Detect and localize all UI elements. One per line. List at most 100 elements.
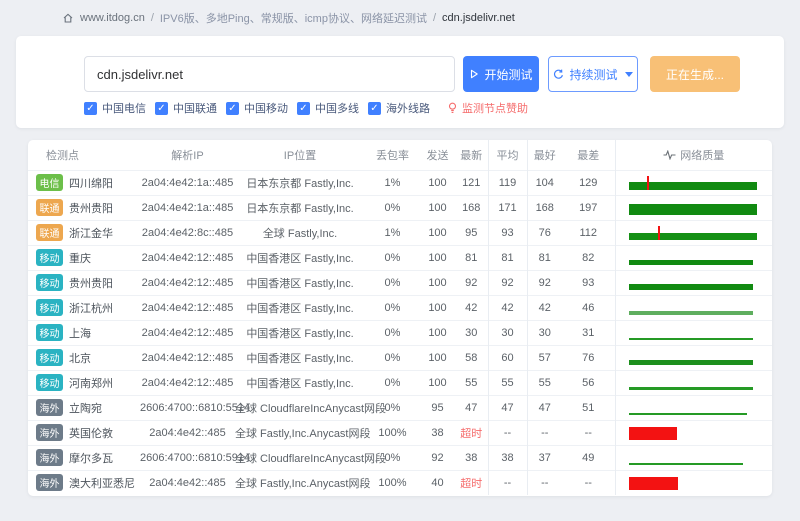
best-latency: 55: [527, 370, 562, 395]
quality-bar: [629, 450, 759, 466]
packet-loss: 0%: [365, 345, 420, 370]
worst-latency: 112: [562, 220, 615, 245]
latest-latency: 121: [455, 170, 488, 195]
table-row: 移动上海 2a04:4e42:12::485 中国香港区 Fastly,Inc.…: [28, 320, 772, 345]
carrier-badge: 海外: [36, 399, 63, 416]
quality-bar: [629, 375, 759, 391]
checkbox-checked-icon: ✓: [226, 102, 239, 115]
play-icon: [469, 69, 479, 79]
header-resolved-ip: 解析IP: [140, 140, 235, 170]
resolved-ip: 2a04:4e42:1a::485: [140, 195, 235, 220]
carrier-badge: 海外: [36, 424, 63, 441]
table-row: 联通浙江金华 2a04:4e42:8c::485 全球 Fastly,Inc. …: [28, 220, 772, 245]
home-icon: [62, 12, 74, 24]
worst-latency: 46: [562, 295, 615, 320]
latest-latency: 38: [455, 445, 488, 470]
table-row: 电信四川绵阳 2a04:4e42:1a::485 日本东京都 Fastly,In…: [28, 170, 772, 195]
ip-location: 中国香港区 Fastly,Inc.: [235, 245, 365, 270]
average-latency: 30: [488, 320, 527, 345]
line-filter-checkbox[interactable]: ✓ 中国电信: [84, 100, 146, 116]
ip-location: 全球 CloudflareIncAnycast网段: [235, 445, 365, 470]
worst-latency: 76: [562, 345, 615, 370]
sent-count: 100: [420, 220, 455, 245]
table-row: 移动河南郑州 2a04:4e42:12::485 中国香港区 Fastly,In…: [28, 370, 772, 395]
sent-count: 100: [420, 245, 455, 270]
worst-latency: 129: [562, 170, 615, 195]
header-average: 平均: [488, 140, 527, 170]
worst-latency: --: [562, 470, 615, 495]
table-row: 移动浙江杭州 2a04:4e42:12::485 中国香港区 Fastly,In…: [28, 295, 772, 320]
checkbox-checked-icon: ✓: [84, 102, 97, 115]
worst-latency: 197: [562, 195, 615, 220]
average-latency: 60: [488, 345, 527, 370]
sent-count: 40: [420, 470, 455, 495]
chevron-down-icon: [625, 72, 633, 77]
header-worst: 最差: [562, 140, 615, 170]
resolved-ip: 2a04:4e42::485: [140, 420, 235, 445]
table-header-row: 检测点 解析IP IP位置 丢包率 发送 最新 平均 最好 最差 网络质量: [28, 140, 772, 170]
table-row: 移动贵州贵阳 2a04:4e42:12::485 中国香港区 Fastly,In…: [28, 270, 772, 295]
quality-bar: [629, 475, 759, 491]
header-sent: 发送: [420, 140, 455, 170]
worst-latency: 56: [562, 370, 615, 395]
results-table: 检测点 解析IP IP位置 丢包率 发送 最新 平均 最好 最差 网络质量 电信: [28, 140, 772, 495]
node-name: 浙江杭州: [69, 303, 113, 315]
line-filter-checkbox[interactable]: ✓ 中国移动: [226, 100, 288, 116]
continuous-test-button[interactable]: 持续测试: [548, 56, 638, 92]
sponsor-link[interactable]: 监测节点赞助: [447, 100, 528, 116]
average-latency: 93: [488, 220, 527, 245]
ip-location: 日本东京都 Fastly,Inc.: [235, 170, 365, 195]
sent-count: 100: [420, 170, 455, 195]
checkbox-checked-icon: ✓: [155, 102, 168, 115]
header-ip-location: IP位置: [235, 140, 365, 170]
header-latest: 最新: [455, 140, 488, 170]
line-filter-checkbox[interactable]: ✓ 中国多线: [297, 100, 359, 116]
quality-bar: [629, 225, 759, 241]
node-name: 贵州贵阳: [69, 278, 113, 290]
quality-bar: [629, 175, 759, 191]
best-latency: 81: [527, 245, 562, 270]
ip-location: 日本东京都 Fastly,Inc.: [235, 195, 365, 220]
best-latency: 104: [527, 170, 562, 195]
checkbox-label: 中国移动: [244, 100, 288, 116]
table-row: 联通贵州贵阳 2a04:4e42:1a::485 日本东京都 Fastly,In…: [28, 195, 772, 220]
ip-location: 全球 CloudflareIncAnycast网段: [235, 395, 365, 420]
checkbox-checked-icon: ✓: [297, 102, 310, 115]
packet-loss: 0%: [365, 270, 420, 295]
target-host-input[interactable]: [84, 56, 455, 92]
quality-bar: [629, 400, 759, 416]
table-row: 移动北京 2a04:4e42:12::485 中国香港区 Fastly,Inc.…: [28, 345, 772, 370]
packet-loss: 0%: [365, 195, 420, 220]
table-row: 海外英国伦敦 2a04:4e42::485 全球 Fastly,Inc.Anyc…: [28, 420, 772, 445]
sent-count: 100: [420, 320, 455, 345]
average-latency: 171: [488, 195, 527, 220]
results-tbody: 电信四川绵阳 2a04:4e42:1a::485 日本东京都 Fastly,In…: [28, 170, 772, 495]
line-filter-checkbox[interactable]: ✓ 海外线路: [368, 100, 430, 116]
worst-latency: 82: [562, 245, 615, 270]
carrier-badge: 移动: [36, 349, 63, 366]
carrier-badge: 移动: [36, 374, 63, 391]
ip-location: 全球 Fastly,Inc.Anycast网段: [235, 470, 365, 495]
breadcrumb-home[interactable]: www.itdog.cn: [80, 12, 145, 24]
carrier-badge: 移动: [36, 324, 63, 341]
average-latency: 47: [488, 395, 527, 420]
latest-latency: 超时: [455, 420, 488, 445]
checkbox-label: 中国电信: [102, 100, 146, 116]
line-filter-checkbox[interactable]: ✓ 中国联通: [155, 100, 217, 116]
latest-latency: 92: [455, 270, 488, 295]
node-name: 立陶宛: [69, 403, 102, 415]
quality-bar: [629, 200, 759, 216]
quality-bar: [629, 350, 759, 366]
breadcrumb-category[interactable]: IPV6版、多地Ping、常规版、icmp协议、网络延迟测试: [160, 10, 427, 26]
carrier-badge: 移动: [36, 249, 63, 266]
generating-button[interactable]: 正在生成...: [650, 56, 740, 92]
carrier-badge: 联通: [36, 199, 63, 216]
resolved-ip: 2a04:4e42:12::485: [140, 295, 235, 320]
resolved-ip: 2a04:4e42:12::485: [140, 270, 235, 295]
breadcrumb-current: cdn.jsdelivr.net: [442, 12, 515, 24]
quality-bar: [629, 275, 759, 291]
sent-count: 95: [420, 395, 455, 420]
best-latency: 30: [527, 320, 562, 345]
breadcrumb: www.itdog.cn / IPV6版、多地Ping、常规版、icmp协议、网…: [62, 10, 515, 26]
start-test-button[interactable]: 开始测试: [463, 56, 539, 92]
